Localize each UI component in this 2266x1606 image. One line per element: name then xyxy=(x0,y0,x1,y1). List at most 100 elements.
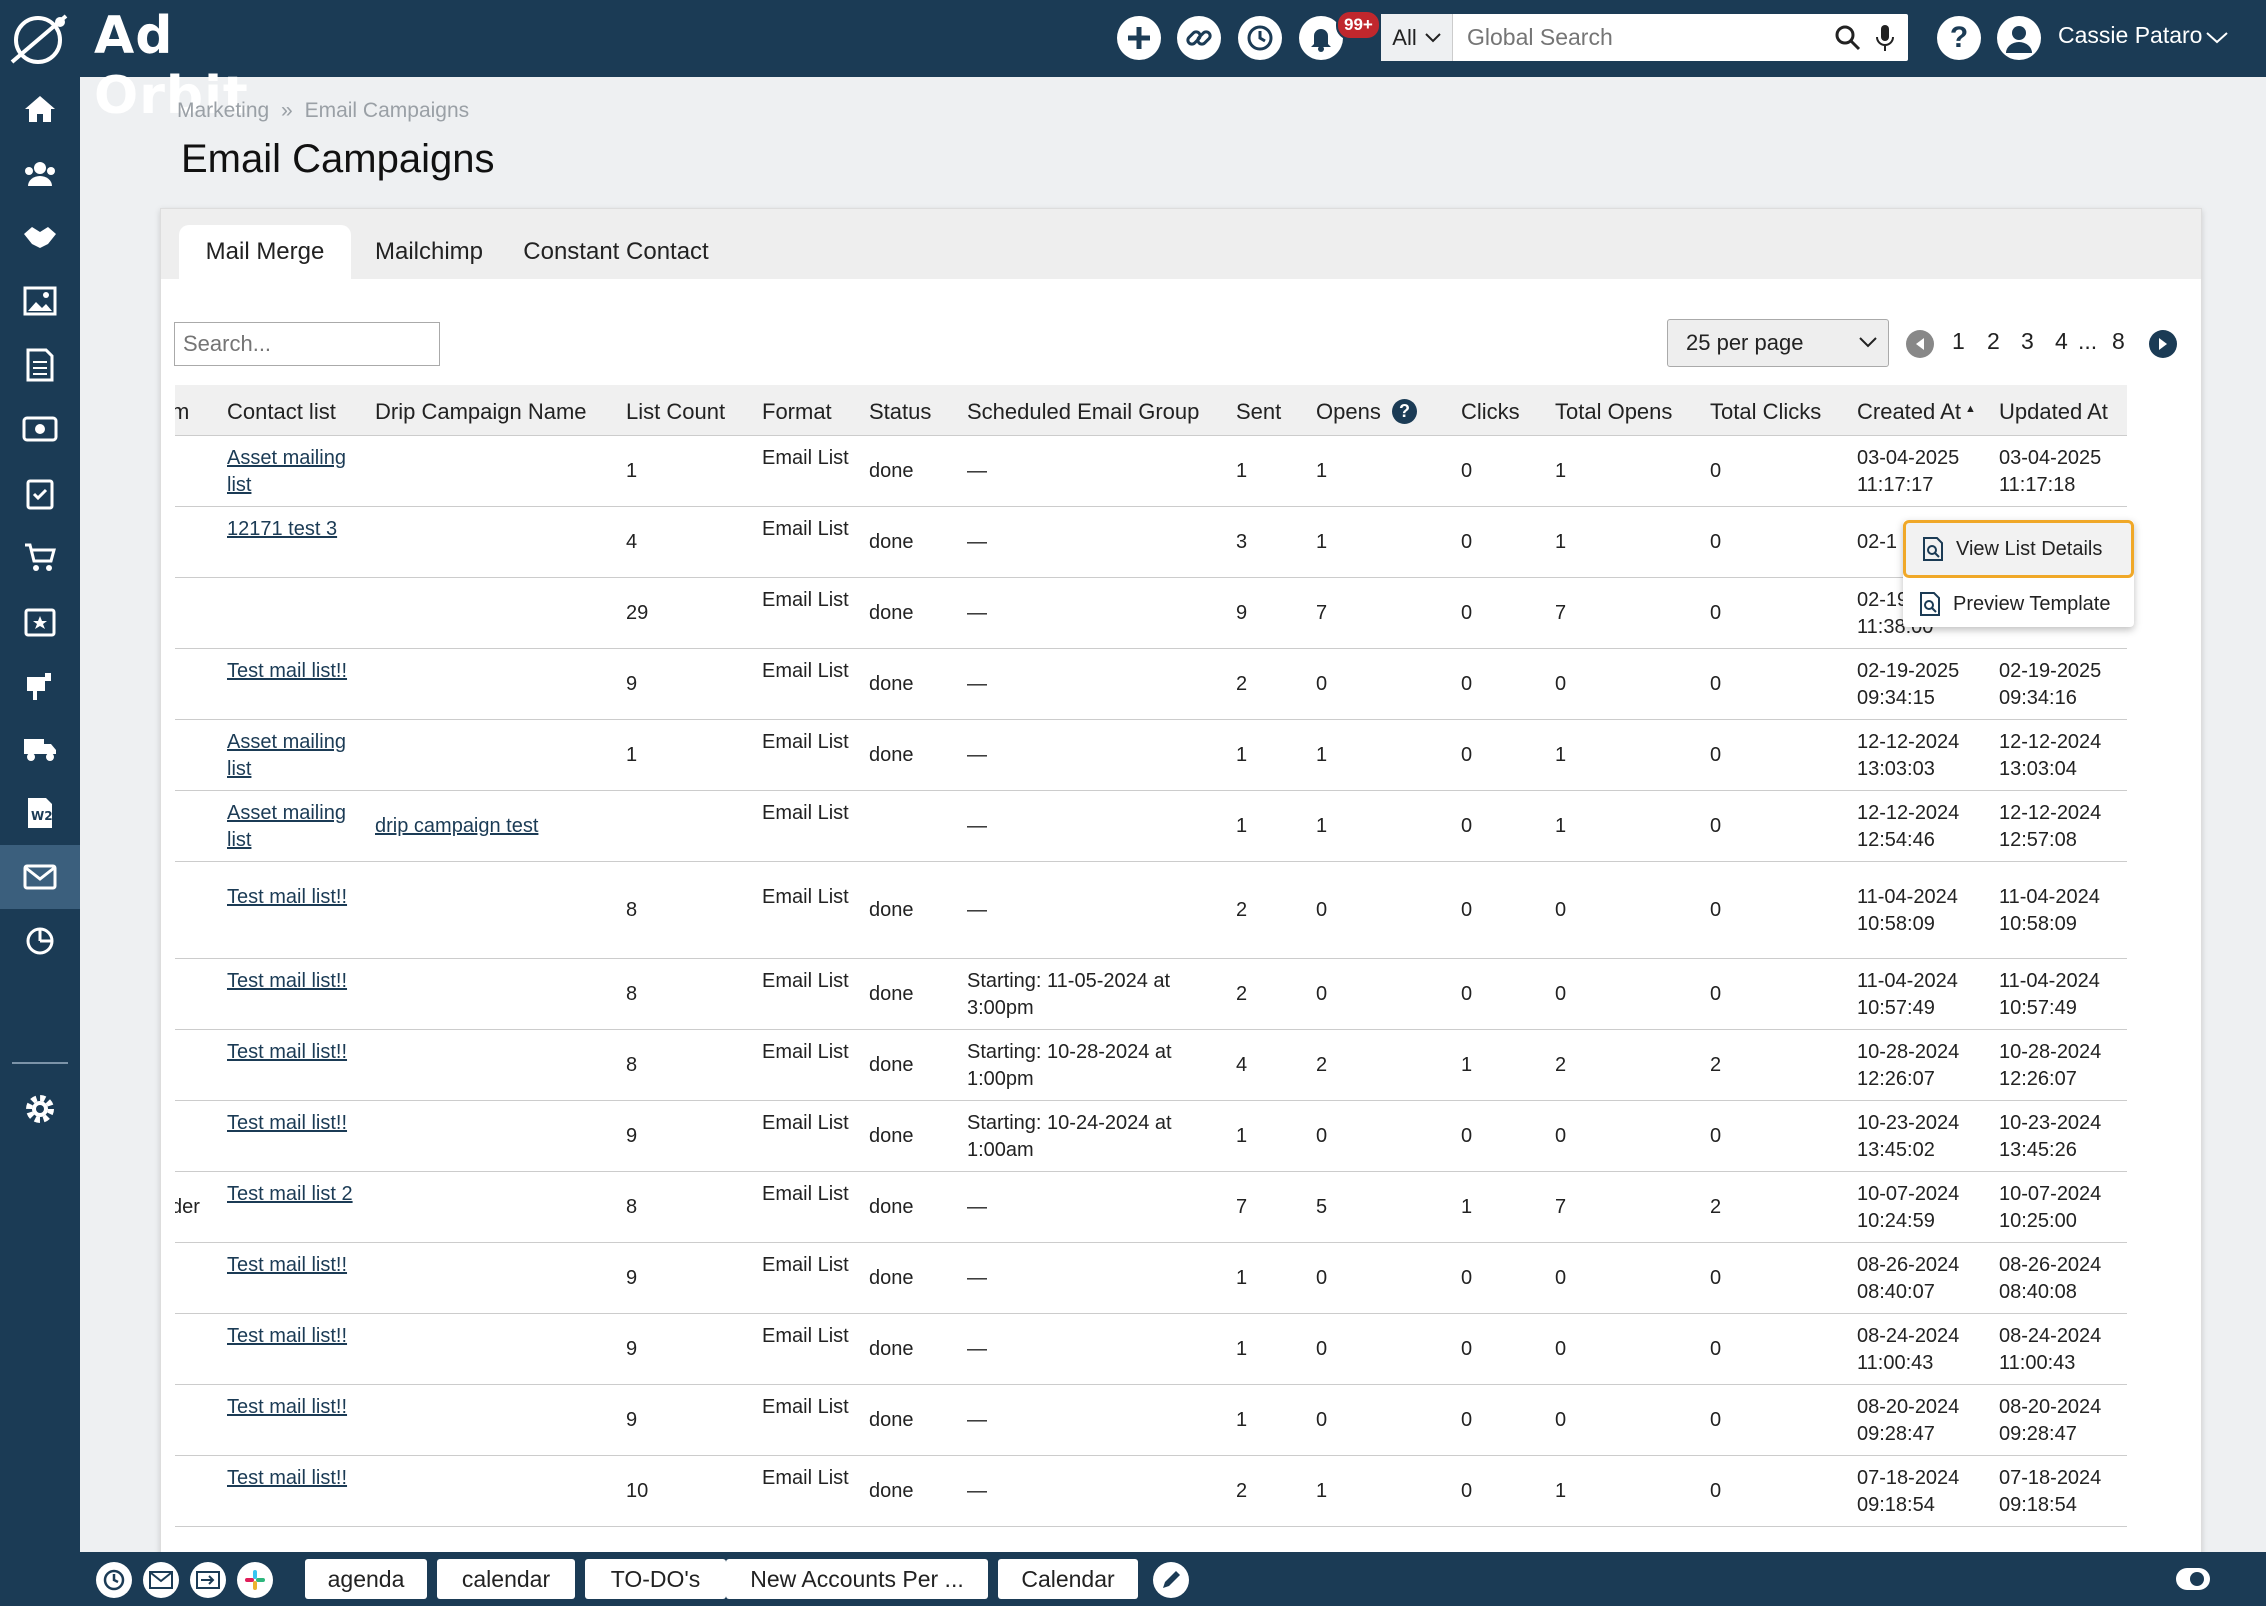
microphone-icon[interactable] xyxy=(1875,24,1895,52)
help-icon[interactable]: ? xyxy=(1937,16,1981,60)
cell-opens: 0 xyxy=(1316,1409,1328,1431)
truck-icon[interactable] xyxy=(0,717,80,781)
link-icon[interactable] xyxy=(1177,16,1221,60)
cell-status: done xyxy=(869,602,914,624)
page-8[interactable]: 8 xyxy=(2112,328,2125,355)
handshake-icon[interactable] xyxy=(0,205,80,269)
toggle-icon[interactable] xyxy=(2176,1568,2210,1590)
clipboard-icon[interactable] xyxy=(0,461,80,525)
cell-contact-list[interactable]: Test mail list!! xyxy=(227,1110,355,1137)
preview-template-item[interactable]: Preview Template xyxy=(1903,582,2134,626)
view-list-details-item[interactable]: View List Details xyxy=(1903,520,2134,578)
tab-mailchimp[interactable]: Mailchimp xyxy=(357,225,501,279)
cell-created-at: 11-04-2024 10:58:09 xyxy=(1857,886,1958,935)
invoice-icon[interactable] xyxy=(0,333,80,397)
column-header-total-opens[interactable]: Total Opens xyxy=(1555,399,1672,425)
money-icon[interactable] xyxy=(0,397,80,461)
history-icon[interactable] xyxy=(1238,16,1282,60)
column-header-sent[interactable]: Sent xyxy=(1236,399,1281,425)
page-ellipsis: ... xyxy=(2078,328,2098,354)
cell-total-opens: 0 xyxy=(1555,983,1567,1005)
cell-contact-list[interactable]: Test mail list 2 xyxy=(227,1181,355,1208)
gear-icon[interactable] xyxy=(0,1077,80,1141)
cell-scheduled-group: — xyxy=(967,1480,987,1502)
cell-contact-list[interactable]: Test mail list!! xyxy=(227,1252,355,1279)
table-row: Asset mailing list 1 Email List done —1 1 0 1 0 0… xyxy=(175,436,2127,507)
cell-contact-list[interactable]: Test mail list!! xyxy=(227,658,355,685)
column-header-format[interactable]: Format xyxy=(762,399,832,425)
cell-list-count: 8 xyxy=(626,1054,638,1076)
column-header-status[interactable]: Status xyxy=(869,399,931,425)
cell-contact-list[interactable]: 12171 test 3 xyxy=(227,516,355,543)
cell-format: Email List xyxy=(762,970,849,992)
cell-scheduled-group: — xyxy=(967,1196,987,1218)
users-icon[interactable] xyxy=(0,141,80,205)
column-header-contact-list[interactable]: Contact list xyxy=(227,399,336,425)
cell-contact-list[interactable]: Test mail list!! xyxy=(227,1039,355,1066)
tab-constant-contact[interactable]: Constant Contact xyxy=(505,225,727,279)
mailbox-icon[interactable] xyxy=(0,653,80,717)
page-2[interactable]: 2 xyxy=(1987,328,2000,355)
tab-bar: Mail Merge Mailchimp Constant Contact xyxy=(161,209,2201,279)
logo[interactable]: Ad Orbit xyxy=(0,0,340,126)
add-icon[interactable] xyxy=(1117,16,1161,60)
cell-format: Email List xyxy=(762,1467,849,1489)
clock-icon[interactable] xyxy=(96,1562,132,1598)
cell-contact-list[interactable]: Asset mailing list xyxy=(227,445,355,499)
cell-format: Email List xyxy=(762,886,849,908)
prev-page-button[interactable] xyxy=(1906,330,1934,358)
cell-contact-list[interactable]: Asset mailing list xyxy=(227,800,355,854)
cell-contact-list[interactable]: Test mail list!! xyxy=(227,968,355,995)
sort-ascending-icon[interactable]: ▲ xyxy=(1965,403,1976,415)
global-search-input[interactable] xyxy=(1453,24,1813,51)
column-header-updated-at[interactable]: Updated At xyxy=(1999,399,2108,425)
pencil-icon[interactable] xyxy=(1153,1562,1189,1598)
avatar[interactable] xyxy=(1997,16,2041,60)
cell-contact-list[interactable]: Test mail list!! xyxy=(227,1465,355,1492)
w2-form-icon[interactable]: W2 xyxy=(0,781,80,845)
per-page-select[interactable]: 25 per page xyxy=(1667,319,1889,367)
table-search-input[interactable] xyxy=(174,322,440,366)
image-icon[interactable] xyxy=(0,269,80,333)
cell-contact-list[interactable]: Test mail list!! xyxy=(227,1394,355,1421)
taskbar-new-accounts[interactable]: New Accounts Per ... xyxy=(726,1559,988,1599)
tab-mail-merge[interactable]: Mail Merge xyxy=(179,225,351,279)
cell-contact-list[interactable]: Test mail list!! xyxy=(227,884,355,911)
cart-icon[interactable] xyxy=(0,525,80,589)
cell-contact-list[interactable]: Asset mailing list xyxy=(227,729,355,783)
column-header-created-at[interactable]: Created At xyxy=(1857,399,1961,425)
column-header-scheduled-group[interactable]: Scheduled Email Group xyxy=(967,399,1199,425)
cell-contact-list[interactable]: Test mail list!! xyxy=(227,1323,355,1350)
search-scope-select[interactable]: All xyxy=(1381,14,1453,61)
taskbar-calendar-2[interactable]: Calendar xyxy=(998,1559,1138,1599)
page-1[interactable]: 1 xyxy=(1952,328,1965,355)
home-icon[interactable] xyxy=(0,77,80,141)
column-header-clicks[interactable]: Clicks xyxy=(1461,399,1520,425)
column-header-drip-campaign[interactable]: Drip Campaign Name xyxy=(375,399,587,425)
help-icon[interactable]: ? xyxy=(1392,399,1417,424)
column-header-total-clicks[interactable]: Total Clicks xyxy=(1710,399,1821,425)
column-header-list-count[interactable]: List Count xyxy=(626,399,725,425)
page-3[interactable]: 3 xyxy=(2021,328,2034,355)
email-icon[interactable] xyxy=(0,845,80,909)
page-4[interactable]: 4 xyxy=(2055,328,2068,355)
column-header-opens[interactable]: Opens xyxy=(1316,399,1381,425)
cell-updated-at: 08-20-2024 09:28:47 xyxy=(1999,1396,2102,1445)
column-header-campaign-name[interactable]: m xyxy=(175,399,189,425)
chevron-down-icon[interactable] xyxy=(2206,32,2228,44)
next-page-button[interactable] xyxy=(2149,330,2177,358)
calendar-star-icon[interactable] xyxy=(0,589,80,653)
email-send-icon[interactable] xyxy=(190,1562,226,1598)
cell-created-at: 03-04-2025 11:17:17 xyxy=(1857,447,1960,496)
table-row: Test mail list!! 9 Email List done —1 0 0 0 0 08-… xyxy=(175,1314,2127,1385)
taskbar-todos[interactable]: TO-DO's xyxy=(585,1559,726,1599)
slack-icon[interactable] xyxy=(237,1562,273,1598)
cell-drip-campaign[interactable]: drip campaign test xyxy=(375,813,595,840)
taskbar-agenda[interactable]: agenda xyxy=(305,1559,427,1599)
search-icon[interactable] xyxy=(1834,24,1862,52)
breadcrumb-marketing[interactable]: Marketing xyxy=(177,99,269,122)
taskbar-calendar[interactable]: calendar xyxy=(437,1559,575,1599)
user-name[interactable]: Cassie Pataro xyxy=(2058,22,2202,49)
email-icon[interactable] xyxy=(143,1562,179,1598)
reports-icon[interactable] xyxy=(0,909,80,973)
